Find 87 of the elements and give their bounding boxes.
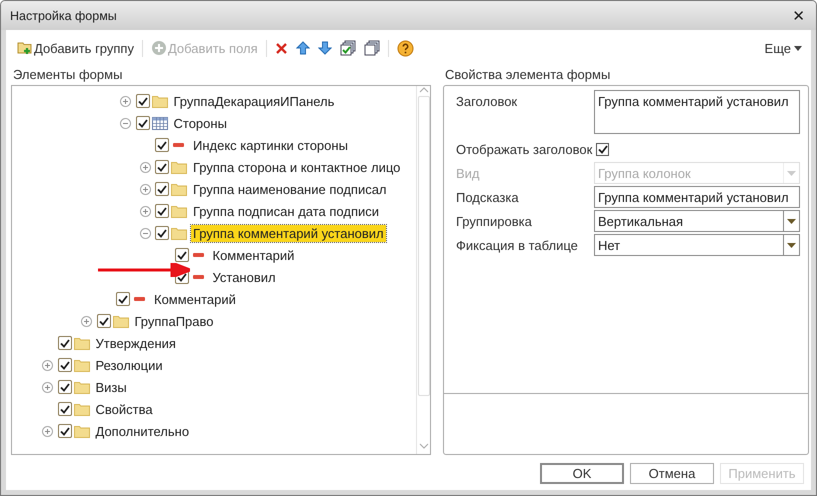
folder-plus-icon (17, 41, 33, 55)
dropdown-caret-icon (787, 218, 796, 224)
expand-icon[interactable] (81, 316, 92, 326)
tree-item[interactable]: Утверждения (94, 334, 178, 352)
tree-item[interactable]: Группа подписан дата подписи (191, 202, 382, 220)
collapse-icon[interactable] (120, 118, 131, 128)
folder-icon (171, 204, 187, 218)
expand-icon[interactable] (42, 360, 53, 370)
check-all-icon (340, 40, 356, 56)
dropdown-caret-icon (787, 242, 796, 248)
tree-item[interactable]: ГруппаПраво (132, 312, 216, 330)
tree-item[interactable]: Дополнительно (94, 422, 192, 440)
tree-item[interactable]: Свойства (94, 400, 155, 418)
show-caption-checkbox[interactable] (596, 143, 610, 156)
tooltip-field[interactable]: Группа комментарий установил (594, 186, 800, 208)
tree-item[interactable]: Резолюции (94, 356, 165, 374)
collapse-icon[interactable] (140, 228, 150, 238)
tree-title: Элементы формы (12, 66, 124, 84)
tree-checkbox[interactable] (174, 248, 188, 262)
tree-checkbox[interactable] (136, 116, 150, 130)
expand-icon[interactable] (42, 426, 53, 436)
uncheck-all-icon (364, 40, 380, 56)
dropdown-field[interactable]: Нет (594, 234, 800, 256)
folder-icon (74, 358, 90, 372)
caption-field[interactable]: Группа комментарий установил (594, 90, 800, 134)
expand-icon[interactable] (140, 184, 150, 194)
more-menu-button[interactable]: Еще (764, 40, 802, 56)
add-group-button[interactable]: Добавить группу (15, 38, 136, 58)
tree-item[interactable]: Комментарий (152, 290, 238, 308)
plus-circle-icon (150, 40, 167, 56)
arrow-up-icon (296, 41, 310, 55)
tree-checkbox[interactable] (116, 292, 130, 306)
delete-icon (274, 42, 288, 54)
uncheck-all-button[interactable] (362, 38, 382, 58)
dialog-button[interactable]: OK (540, 462, 624, 484)
expand-icon[interactable] (42, 382, 53, 392)
table-icon (152, 116, 168, 130)
dropdown-field[interactable]: Вертикальная (594, 210, 800, 232)
folder-icon (74, 336, 90, 350)
dropdown-caret-icon (787, 170, 796, 176)
tree-checkbox[interactable] (155, 182, 169, 196)
dialog-button[interactable]: Отмена (630, 462, 714, 484)
property-label: Подсказка (456, 189, 520, 205)
folder-icon (112, 314, 128, 328)
tree-item[interactable]: ГруппаДекарацияИПанель (172, 92, 336, 110)
tree-item[interactable]: Группа наименование подписал (191, 180, 389, 198)
tree-item[interactable]: Установил (210, 268, 278, 286)
tree-item[interactable]: Индекс картинки стороны (191, 136, 350, 154)
properties-title: Свойства элемента формы (444, 66, 612, 84)
property-label: Группировка (456, 213, 533, 229)
arrow-down-icon (318, 41, 332, 55)
tree-checkbox[interactable] (155, 160, 169, 174)
window-title: Настройка формы (10, 8, 117, 22)
tree-checkbox[interactable] (136, 94, 150, 108)
tree-item[interactable]: Группа сторона и контактное лицо (191, 158, 402, 176)
folder-icon (74, 424, 90, 438)
tree-checkbox[interactable] (58, 336, 72, 350)
property-label: Вид (456, 165, 481, 181)
caret-icon (794, 46, 802, 50)
tree-checkbox[interactable] (58, 358, 72, 372)
check-all-button[interactable] (338, 38, 358, 58)
tree-item[interactable]: Комментарий (210, 246, 296, 264)
folder-icon (74, 380, 90, 394)
folder-icon (171, 182, 187, 196)
tree-checkbox[interactable] (155, 138, 169, 152)
expand-icon[interactable] (120, 96, 131, 106)
folder-icon (171, 226, 187, 240)
tree-checkbox[interactable] (155, 226, 169, 240)
property-label: Фиксация в таблице (456, 237, 579, 253)
tree-item[interactable]: Группа комментарий установил (191, 224, 386, 242)
tree-checkbox[interactable] (58, 380, 72, 394)
property-label: Заголовок (456, 93, 518, 109)
expand-icon[interactable] (140, 162, 150, 172)
tree-checkbox[interactable] (96, 314, 110, 328)
tree-checkbox[interactable] (58, 402, 72, 416)
close-button[interactable]: ✕ (790, 6, 807, 24)
tree-item[interactable]: Стороны (172, 114, 229, 132)
folder-icon (171, 160, 187, 174)
folder-icon (152, 94, 168, 108)
tree-item[interactable]: Визы (94, 378, 129, 396)
tree-checkbox[interactable] (58, 424, 72, 438)
property-label: Отображать заголовок (456, 141, 592, 157)
help-button[interactable] (394, 38, 416, 58)
expand-icon[interactable] (140, 206, 150, 216)
help-icon (396, 40, 414, 56)
tree-checkbox[interactable] (155, 204, 169, 218)
folder-icon (74, 402, 90, 416)
